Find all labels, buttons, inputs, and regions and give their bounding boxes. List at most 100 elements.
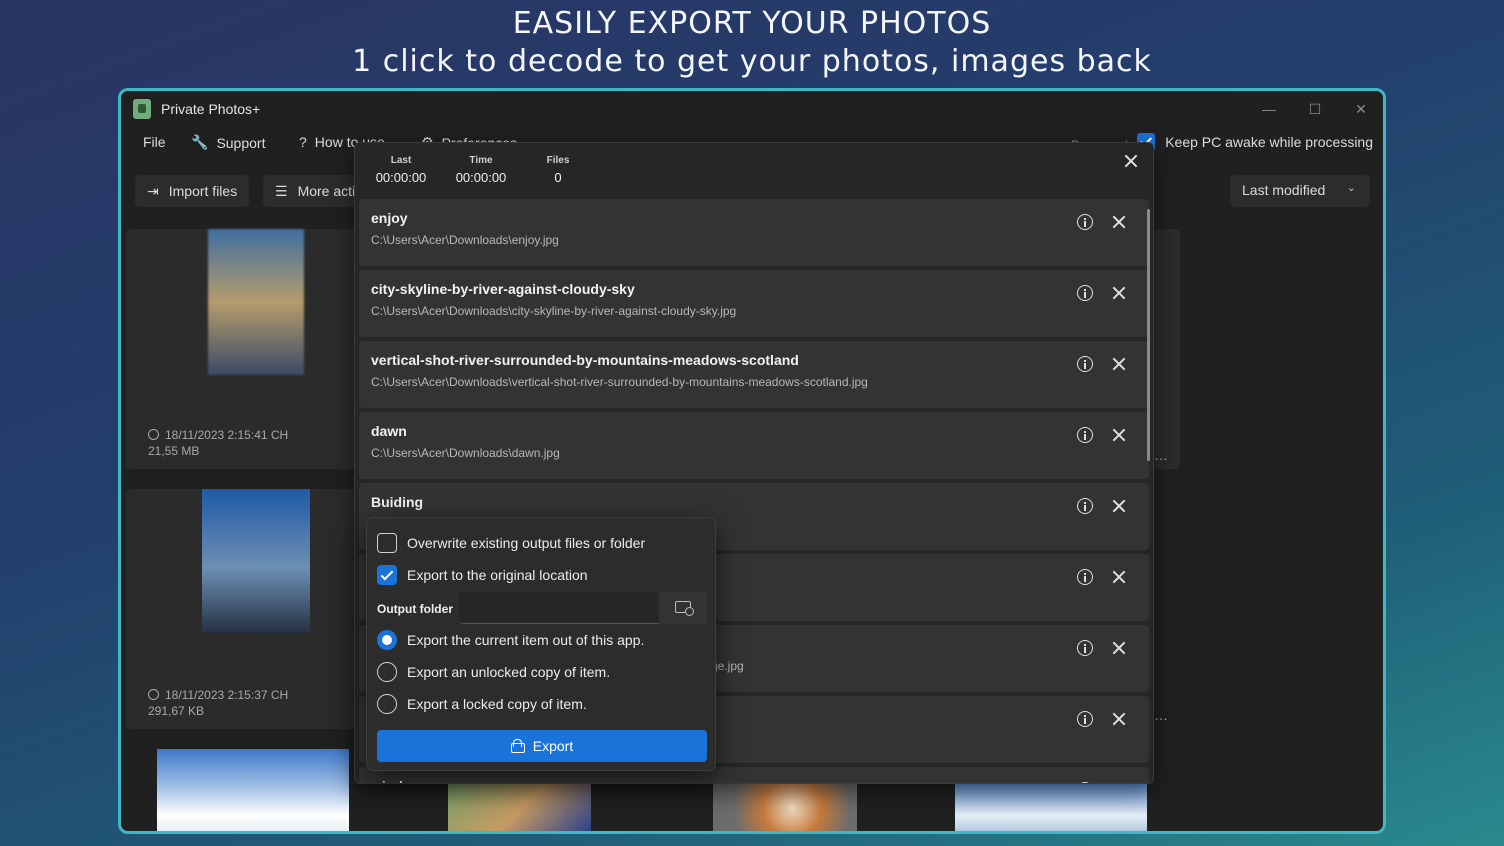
photo-thumbnail (208, 229, 304, 375)
radio-button[interactable] (377, 630, 397, 650)
promo-subheadline: 1 click to decode to get your photos, im… (352, 44, 1152, 79)
radio-button[interactable] (377, 662, 397, 682)
more-options-icon[interactable]: … (1154, 447, 1168, 463)
close-icon (1124, 154, 1138, 168)
maximize-icon[interactable]: ☐ (1295, 95, 1335, 123)
window-title: Private Photos+ (161, 101, 261, 117)
card-date: 18/11/2023 2:15:41 CH (165, 428, 289, 442)
export-mode-option[interactable]: Export the current item out of this app. (377, 630, 644, 650)
radio-button[interactable] (377, 694, 397, 714)
unlock-icon (510, 739, 525, 753)
folder-search-icon (675, 601, 694, 616)
sort-dropdown-value: Last modified (1242, 182, 1326, 198)
list-item[interactable]: vertical-shot-river-surrounded-by-mounta… (359, 341, 1149, 408)
remove-icon[interactable] (1112, 357, 1126, 371)
menu-file-label: File (143, 134, 166, 150)
more-options-icon[interactable]: … (1154, 707, 1168, 723)
remove-icon[interactable] (1112, 286, 1126, 300)
stat-time-label: Time (469, 155, 493, 166)
card-date: 18/11/2023 2:15:37 CH (165, 688, 289, 702)
info-icon[interactable] (1077, 285, 1093, 301)
export-mode-label: Export a locked copy of item. (407, 696, 587, 712)
remove-icon[interactable] (1112, 215, 1126, 229)
info-icon[interactable] (1077, 711, 1093, 727)
menu-file[interactable]: File (143, 134, 166, 150)
close-window-icon[interactable]: ✕ (1341, 95, 1381, 123)
info-icon[interactable] (1077, 569, 1093, 585)
sort-dropdown[interactable]: Last modified ⌄ (1230, 175, 1370, 207)
output-folder-input[interactable] (459, 592, 659, 624)
card-meta: 18/11/2023 2:15:41 CH 21,55 MB (148, 427, 288, 459)
list-scrollbar[interactable] (1147, 209, 1150, 461)
more-actions-button[interactable]: ☰ More actions (263, 175, 363, 207)
photo-thumbnail (202, 489, 310, 633)
list-item[interactable]: enjoy C:\Users\Acer\Downloads\enjoy.jpg (359, 199, 1149, 266)
promo-headline: EASILY EXPORT YOUR PHOTOS (512, 6, 992, 41)
original-location-option[interactable]: Export to the original location (377, 565, 588, 585)
remove-icon[interactable] (1112, 712, 1126, 726)
original-location-checkbox[interactable] (377, 565, 397, 585)
info-icon[interactable] (1077, 356, 1093, 372)
gallery-card[interactable]: 18/11/2023 2:15:41 CH 21,55 MB (126, 229, 356, 469)
overwrite-option[interactable]: Overwrite existing output files or folde… (377, 533, 645, 553)
item-name: city-skyline-by-river-against-cloudy-sky (371, 281, 635, 297)
output-folder-label: Output folder (377, 602, 453, 616)
list-item[interactable]: dawn C:\Users\Acer\Downloads\dawn.jpg (359, 412, 1149, 479)
export-mode-label: Export an unlocked copy of item. (407, 664, 611, 680)
menu-support[interactable]: 🔧 Support (191, 134, 265, 151)
remove-icon[interactable] (1112, 570, 1126, 584)
info-icon[interactable] (1077, 782, 1093, 783)
info-icon[interactable] (1077, 427, 1093, 443)
stat-files-value: 0 (554, 170, 562, 185)
overwrite-checkbox[interactable] (377, 533, 397, 553)
item-path: C:\Users\Acer\Downloads\city-skyline-by-… (371, 304, 737, 318)
info-icon[interactable] (1077, 498, 1093, 514)
list-icon: ☰ (275, 182, 288, 199)
item-path: C:\Users\Acer\Downloads\vertical-shot-ri… (371, 375, 868, 389)
card-size: 291,67 KB (148, 704, 205, 718)
original-location-label: Export to the original location (407, 567, 588, 583)
remove-icon[interactable] (1112, 641, 1126, 655)
photo-thumbnail[interactable] (955, 784, 1147, 831)
dialog-close-button[interactable] (1119, 149, 1143, 173)
list-item[interactable]: city-skyline-by-river-against-cloudy-sky… (359, 270, 1149, 337)
remove-icon[interactable] (1112, 499, 1126, 513)
app-lock-icon (133, 99, 151, 119)
item-name: window (371, 778, 422, 783)
photo-thumbnail[interactable] (157, 749, 349, 831)
info-icon[interactable] (1077, 640, 1093, 656)
remove-icon[interactable] (1112, 428, 1126, 442)
export-mode-option[interactable]: Export an unlocked copy of item. (377, 662, 610, 682)
item-path: C:\Users\Acer\Downloads\enjoy.jpg (371, 233, 559, 247)
gallery-card[interactable]: 18/11/2023 2:15:37 CH 291,67 KB (126, 489, 356, 729)
item-name: dawn (371, 423, 407, 439)
import-files-button[interactable]: ⇥ Import files (135, 175, 250, 207)
photo-thumbnail[interactable] (448, 784, 591, 831)
keep-awake-label: Keep PC awake while processing (1165, 134, 1373, 150)
item-name: Buiding (371, 494, 424, 510)
clock-icon (148, 429, 159, 440)
info-icon[interactable] (1077, 214, 1093, 230)
browse-folder-button[interactable] (659, 592, 707, 624)
wrench-icon: 🔧 (191, 134, 209, 150)
export-mode-option[interactable]: Export a locked copy of item. (377, 694, 587, 714)
item-name: enjoy (371, 210, 408, 226)
keep-awake-toggle[interactable]: Keep PC awake while processing (1137, 133, 1373, 151)
stat-last-label: Last (390, 155, 412, 166)
overwrite-label: Overwrite existing output files or folde… (407, 535, 646, 551)
question-icon: ? (299, 134, 307, 150)
app-window: Private Photos+ — ☐ ✕ File 🔧 Support ? H… (118, 88, 1386, 834)
stat-time-value: 00:00:00 (455, 170, 507, 185)
item-path: C:\Users\Acer\Downloads\dawn.jpg (371, 446, 560, 460)
export-mode-label: Export the current item out of this app. (407, 632, 645, 648)
item-name: vertical-shot-river-surrounded-by-mounta… (371, 352, 799, 368)
card-size: 21,55 MB (148, 444, 200, 458)
export-button[interactable]: Export (377, 730, 707, 762)
gallery-card[interactable] (1154, 229, 1180, 469)
minimize-icon[interactable]: — (1249, 95, 1289, 123)
export-options-flyout: Overwrite existing output files or folde… (366, 517, 716, 771)
photo-thumbnail[interactable] (713, 784, 857, 831)
import-files-label: Import files (168, 183, 238, 199)
menu-support-label: Support (216, 134, 266, 151)
export-button-label: Export (532, 738, 574, 754)
